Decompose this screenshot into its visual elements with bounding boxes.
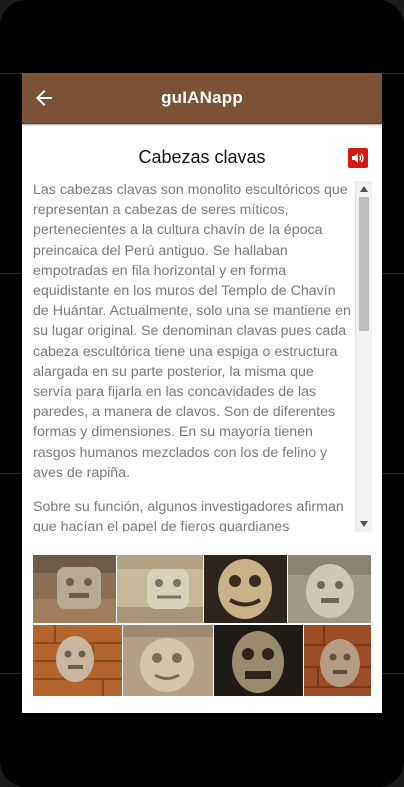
stone-head-photo-6 xyxy=(123,625,213,696)
stone-head-photo-4 xyxy=(288,555,371,623)
photo-gallery xyxy=(33,555,371,696)
text-scrollbar[interactable] xyxy=(355,181,372,532)
speaker-icon xyxy=(352,153,364,163)
triangle-up-icon xyxy=(360,186,368,192)
article-paragraph-1: Las cabezas clavas son monolito escultór… xyxy=(33,182,351,481)
stone-head-photo-2 xyxy=(117,555,203,623)
app-title: guIANapp xyxy=(161,88,243,107)
article-paragraph-2: Sobre su función, algunos investigadores… xyxy=(33,499,344,532)
article-heading: Cabezas clavas xyxy=(138,147,266,167)
app-bar: guIANapp xyxy=(22,73,382,124)
heading-row: Cabezas clavas xyxy=(22,147,382,169)
audio-button[interactable] xyxy=(348,148,368,168)
stone-head-photo-3 xyxy=(204,555,287,623)
stone-head-photo-5 xyxy=(33,625,122,696)
phone-frame: guIANapp Cabezas clavas Las cabezas clav… xyxy=(0,0,404,787)
stone-head-photo-7 xyxy=(214,625,303,696)
scroll-up-button[interactable] xyxy=(356,181,372,197)
stone-head-photo-1 xyxy=(33,555,116,623)
scroll-thumb[interactable] xyxy=(359,197,369,331)
article-text[interactable]: Las cabezas clavas son monolito escultór… xyxy=(33,180,355,532)
scroll-down-button[interactable] xyxy=(356,516,372,532)
app-screen: guIANapp Cabezas clavas Las cabezas clav… xyxy=(22,73,382,713)
stone-head-photo-8 xyxy=(304,625,371,696)
triangle-down-icon xyxy=(360,521,368,527)
